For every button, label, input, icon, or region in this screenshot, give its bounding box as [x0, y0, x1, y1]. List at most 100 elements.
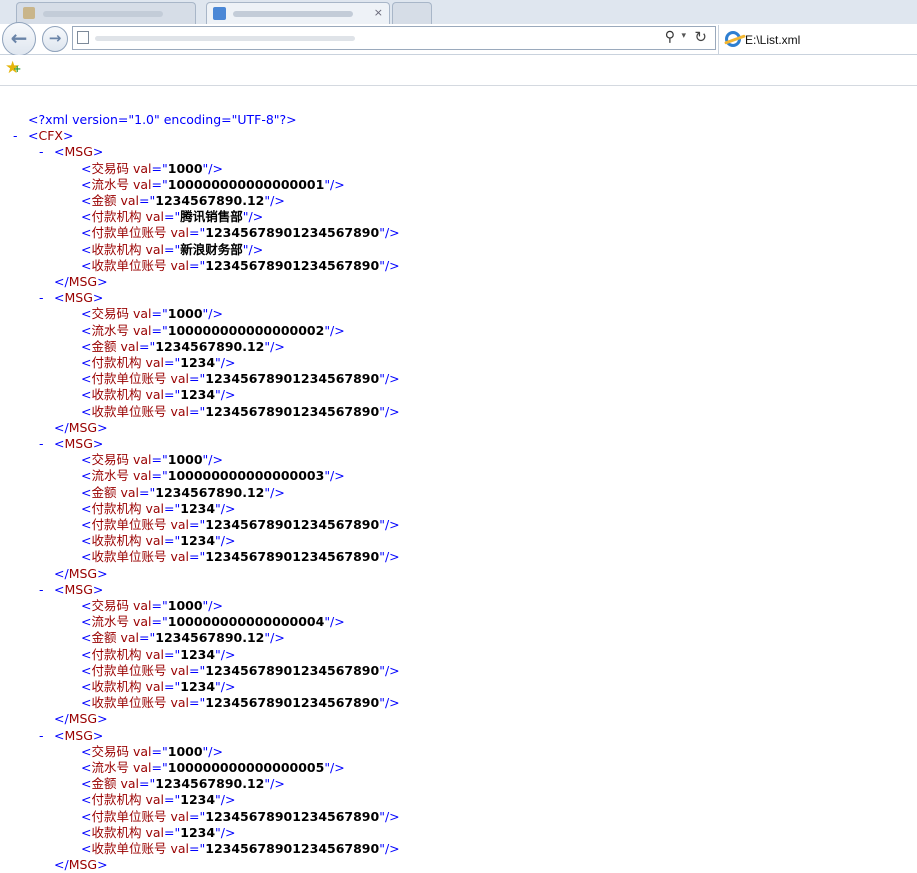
field-element: <金额 val="1234567890.12"/>	[81, 339, 285, 355]
bracket: <	[81, 549, 92, 565]
attr-value: 12345678901234567890	[205, 517, 380, 532]
collapse-toggle[interactable]: -	[39, 582, 44, 597]
attr-name: val	[166, 403, 190, 419]
field-element: <收款单位账号 val="12345678901234567890"/>	[81, 549, 400, 565]
attr-close: "/>	[379, 695, 400, 711]
collapse-toggle[interactable]: -	[39, 728, 44, 743]
attr-name: val	[129, 614, 152, 630]
bracket: >	[97, 274, 108, 289]
attr-close: "/>	[379, 549, 400, 565]
browser-tab-strip: ×	[0, 0, 917, 24]
bracket: <	[81, 646, 92, 662]
field-tag-name: 收款机构	[91, 533, 142, 549]
refresh-icon[interactable]: ↻	[694, 28, 707, 46]
bracket: <	[81, 630, 92, 646]
msg-close-tag: </MSG>	[54, 857, 108, 873]
field-tag-name: 交易码	[91, 452, 129, 468]
search-icon[interactable]: ⚲	[665, 29, 675, 45]
field-element: <金额 val="1234567890.12"/>	[81, 630, 285, 646]
attr-name: val	[141, 679, 165, 694]
collapse-toggle[interactable]: -	[39, 290, 44, 305]
msg-open-tag: <MSG>	[54, 290, 103, 306]
bracket: <	[81, 662, 92, 678]
attr-name: val	[166, 695, 190, 711]
attr-value: 1234	[180, 500, 216, 516]
attr-quote: ="	[164, 387, 181, 403]
tab-title-blurred	[43, 11, 163, 17]
bracket: <	[81, 533, 92, 549]
field-element: <交易码 val="1000"/>	[81, 452, 223, 468]
attr-quote: ="	[139, 338, 156, 354]
attr-quote: ="	[189, 841, 206, 856]
field-element: <付款单位账号 val="12345678901234567890"/>	[81, 809, 400, 825]
attr-value: 1000	[167, 598, 203, 613]
field-tag-name: 金额	[91, 338, 117, 354]
collapse-toggle[interactable]: -	[39, 144, 44, 159]
bracket: <	[81, 209, 92, 225]
bracket: <	[81, 257, 92, 273]
attr-value: 1000	[167, 306, 203, 322]
back-button[interactable]: ←	[2, 22, 36, 56]
tag-name: MSG	[68, 857, 98, 873]
attr-quote: ="	[151, 743, 168, 759]
attr-quote: ="	[164, 679, 181, 694]
bracket: <	[81, 225, 92, 241]
attr-close: "/>	[215, 792, 236, 808]
field-element: <收款机构 val="1234"/>	[81, 387, 235, 403]
attr-close: "/>	[324, 760, 345, 775]
attr-value: 1234567890.12	[155, 193, 265, 208]
attr-quote: ="	[189, 225, 206, 241]
active-tab[interactable]: E:\List.xml	[718, 25, 917, 54]
field-tag-name: 付款单位账号	[91, 225, 167, 241]
bracket: </	[54, 857, 69, 873]
field-element: <流水号 val="100000000000000005"/>	[81, 760, 345, 776]
browser-tab-1[interactable]	[16, 2, 196, 24]
field-element: <收款机构 val="新浪财务部"/>	[81, 242, 263, 258]
attr-quote: ="	[151, 452, 168, 468]
attr-close: "/>	[379, 808, 400, 824]
new-tab-button[interactable]	[392, 2, 432, 24]
collapse-toggle[interactable]: -	[13, 128, 18, 143]
bracket: >	[97, 565, 108, 581]
field-tag-name: 交易码	[91, 160, 129, 176]
browser-tab-2[interactable]: ×	[206, 2, 390, 24]
bracket: <	[81, 760, 92, 775]
attr-close: "/>	[264, 193, 285, 208]
root-open-tag: <CFX>	[28, 128, 73, 144]
field-element: <交易码 val="1000"/>	[81, 306, 223, 322]
tag-name: MSG	[68, 274, 98, 289]
attr-name: val	[129, 598, 152, 613]
bracket: <	[81, 322, 92, 338]
collapse-toggle[interactable]: -	[39, 436, 44, 451]
address-bar[interactable]: ⚲ ▾ ↻	[72, 26, 716, 50]
field-tag-name: 付款单位账号	[91, 808, 167, 824]
attr-quote: ="	[151, 306, 168, 322]
attr-close: "/>	[215, 355, 236, 370]
attr-name: val	[116, 193, 140, 208]
attr-close: "/>	[202, 598, 223, 613]
attr-quote: ="	[189, 695, 206, 711]
bracket: <	[81, 371, 92, 387]
field-element: <金额 val="1234567890.12"/>	[81, 776, 285, 792]
field-tag-name: 付款机构	[91, 209, 142, 225]
field-element: <收款单位账号 val="12345678901234567890"/>	[81, 695, 400, 711]
attr-close: "/>	[202, 160, 223, 176]
tab-title-blurred	[233, 11, 353, 17]
bracket: <	[28, 128, 39, 144]
tag-name: MSG	[64, 290, 93, 306]
attr-close: "/>	[264, 630, 285, 646]
field-element: <交易码 val="1000"/>	[81, 161, 223, 177]
attr-name: val	[129, 452, 152, 468]
forward-button[interactable]: →	[42, 26, 68, 52]
attr-value: 12345678901234567890	[205, 695, 380, 711]
navigation-bar: ← → ⚲ ▾ ↻ E:\List.xml	[0, 22, 917, 56]
chevron-down-icon[interactable]: ▾	[681, 31, 686, 41]
attr-value: 1234567890.12	[155, 484, 265, 500]
msg-close-tag: </MSG>	[54, 711, 108, 727]
tab-close-icon[interactable]: ×	[374, 6, 383, 20]
attr-name: val	[129, 743, 152, 759]
bracket: <	[81, 160, 92, 176]
attr-value: 1234	[180, 824, 216, 840]
field-element: <收款机构 val="1234"/>	[81, 533, 235, 549]
add-favorites-icon[interactable]: ★ +	[5, 58, 21, 78]
